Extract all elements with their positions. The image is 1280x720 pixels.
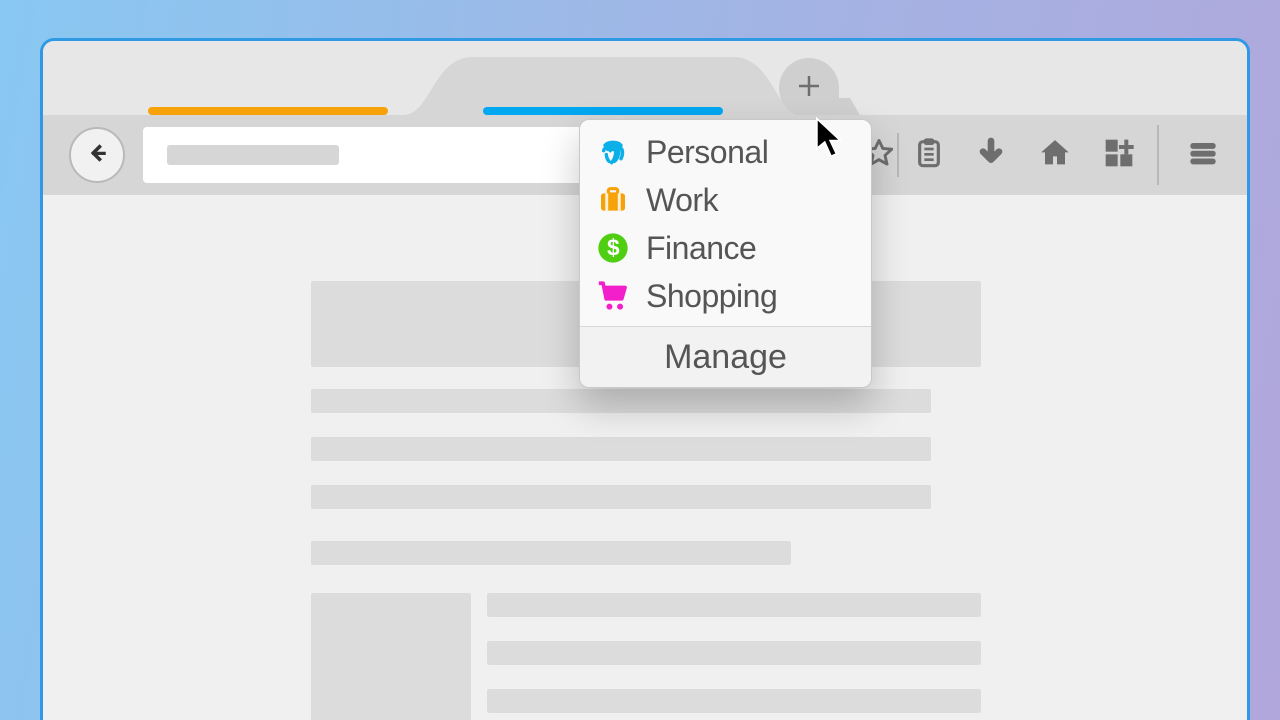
- active-tab[interactable]: [403, 55, 803, 115]
- dollar-circle-icon: $: [596, 231, 630, 265]
- container-context-menu: Personal Work $ Finance Shopping Manage: [579, 119, 872, 388]
- skeleton-line: [487, 593, 981, 617]
- apps-button[interactable]: [1101, 137, 1137, 173]
- skeleton-image: [311, 593, 471, 720]
- skeleton-line: [487, 689, 981, 713]
- skeleton-line: [311, 389, 931, 413]
- skeleton-line: [311, 485, 931, 509]
- container-menu-label: Work: [646, 182, 718, 219]
- fingerprint-icon: [596, 135, 630, 169]
- tab-indicator-orange[interactable]: [148, 107, 388, 115]
- download-icon: [975, 137, 1007, 174]
- downloads-button[interactable]: [973, 137, 1009, 173]
- container-menu-item-work[interactable]: Work: [580, 176, 871, 224]
- reading-list-button[interactable]: [911, 137, 947, 173]
- hamburger-icon: [1187, 137, 1219, 174]
- tab-strip: [43, 41, 1247, 115]
- back-arrow-icon: [82, 138, 112, 173]
- container-menu-item-personal[interactable]: Personal: [580, 120, 871, 176]
- svg-text:$: $: [607, 234, 620, 260]
- cart-icon: [596, 279, 630, 313]
- home-icon: [1039, 137, 1071, 174]
- skeleton-line: [487, 641, 981, 665]
- toolbar-separator: [897, 133, 899, 177]
- clipboard-icon: [913, 137, 945, 174]
- container-menu-label: Shopping: [646, 278, 777, 315]
- home-button[interactable]: [1035, 137, 1075, 173]
- skeleton-line: [311, 437, 931, 461]
- apps-add-icon: [1103, 137, 1135, 174]
- container-menu-label: Personal: [646, 134, 768, 171]
- plus-icon: [794, 71, 824, 106]
- menu-button[interactable]: [1185, 137, 1221, 173]
- skeleton-line: [311, 541, 791, 565]
- back-button[interactable]: [69, 127, 125, 183]
- new-tab-button[interactable]: [779, 58, 839, 118]
- url-placeholder: [167, 145, 339, 165]
- container-menu-manage[interactable]: Manage: [580, 327, 871, 387]
- container-menu-label: Finance: [646, 230, 756, 267]
- briefcase-icon: [596, 183, 630, 217]
- browser-window: Personal Work $ Finance Shopping Manage: [40, 38, 1250, 720]
- toolbar-separator: [1157, 125, 1159, 185]
- container-menu-item-finance[interactable]: $ Finance: [580, 224, 871, 272]
- container-menu-item-shopping[interactable]: Shopping: [580, 272, 871, 320]
- tab-indicator-blue[interactable]: [483, 107, 723, 115]
